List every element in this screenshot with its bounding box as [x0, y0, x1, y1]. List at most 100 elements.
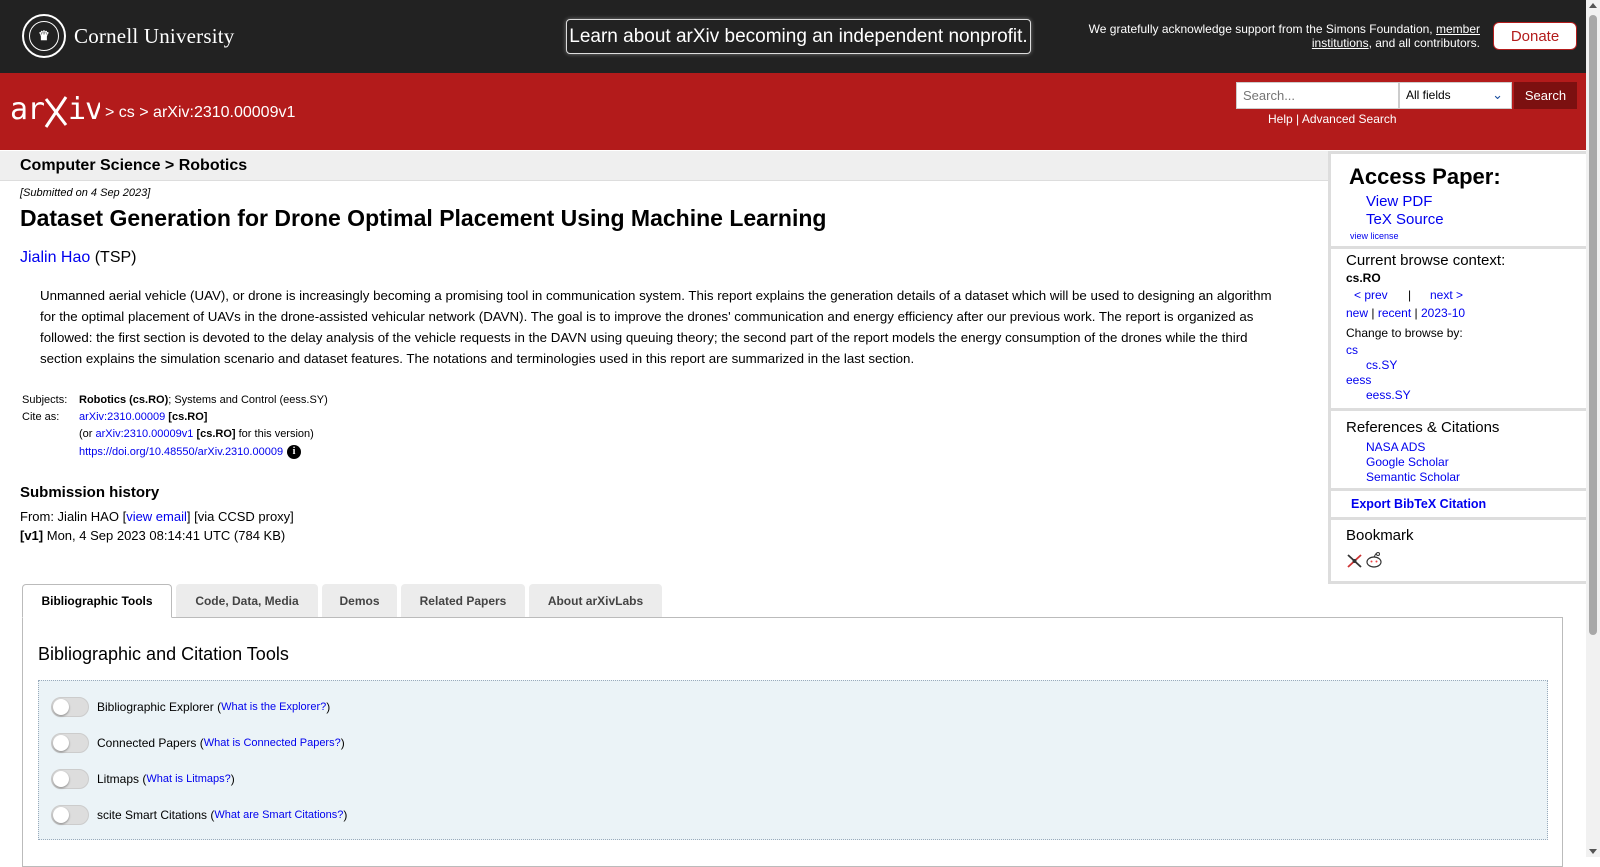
submission-from: From: Jialin HAO [view email] [via CCSD … [20, 509, 294, 524]
breadcrumb-cs-link[interactable]: cs [119, 104, 135, 121]
explorer-info-link[interactable]: What is the Explorer? [221, 701, 326, 713]
labs-tabs: Bibliographic Tools Code, Data, Media De… [22, 584, 666, 618]
google-scholar-link[interactable]: Google Scholar [1366, 455, 1449, 469]
advanced-search-link[interactable]: Advanced Search [1302, 112, 1397, 126]
search-button[interactable]: Search [1514, 82, 1577, 109]
cite-version-link[interactable]: arXiv:2310.00009v1 [96, 428, 194, 440]
browse-context-heading: Current browse context: [1346, 252, 1506, 269]
cornell-seal-icon: ♛ [22, 14, 66, 58]
help-link[interactable]: Help [1268, 112, 1293, 126]
tool-row-explorer: Bibliographic Explorer (What is the Expl… [51, 697, 330, 717]
references-heading: References & Citations [1346, 419, 1500, 436]
doi-link[interactable]: https://doi.org/10.48550/arXiv.2310.0000… [79, 446, 283, 458]
litmaps-info-link[interactable]: What is Litmaps? [146, 773, 230, 785]
cite-label: Cite as: [22, 411, 60, 423]
tool-row-scite: scite Smart Citations (What are Smart Ci… [51, 805, 347, 825]
tab-panel: Bibliographic and Citation Tools Bibliog… [22, 617, 1563, 867]
svg-text:iv: iv [68, 92, 100, 127]
nasa-ads-link[interactable]: NASA ADS [1366, 440, 1425, 454]
cite-row: Cite as: arXiv:2310.00009 [cs.RO] [20, 409, 330, 426]
version-v1: [v1] Mon, 4 Sep 2023 08:14:41 UTC (784 K… [20, 528, 286, 543]
new-link[interactable]: new [1346, 306, 1368, 320]
other-subjects: ; Systems and Control (eess.SY) [168, 394, 328, 406]
author-link[interactable]: Jialin Hao [20, 249, 90, 266]
view-email-link[interactable]: view email [126, 509, 187, 524]
view-pdf-link[interactable]: View PDF [1366, 193, 1432, 210]
authors: Jialin Hao (TSP) [20, 249, 137, 267]
subject-title: Computer Science > Robotics [20, 157, 248, 174]
scroll-up-arrow-icon[interactable] [1589, 3, 1597, 8]
tools-box: Bibliographic Explorer (What is the Expl… [38, 680, 1548, 840]
help-links: Help | Advanced Search [1268, 112, 1397, 126]
browse-context-value: cs.RO [1346, 271, 1381, 285]
view-license-link[interactable]: view license [1350, 231, 1399, 241]
subjects-row: Subjects: Robotics (cs.RO); Systems and … [20, 392, 330, 409]
toggle-scite-smart-citations[interactable] [51, 805, 89, 825]
access-paper-heading: Access Paper: [1349, 164, 1501, 189]
tool-row-connected-papers: Connected Papers (What is Connected Pape… [51, 733, 345, 753]
tex-source-link[interactable]: TeX Source [1366, 211, 1444, 228]
primary-subject: Robotics (cs.RO) [79, 394, 169, 406]
support-text: We gratefully acknowledge support from t… [1088, 22, 1480, 50]
cite-id-link[interactable]: arXiv:2310.00009 [79, 411, 165, 423]
browse-cs-sy-link[interactable]: cs.SY [1366, 358, 1397, 372]
reddit-icon[interactable] [1365, 551, 1383, 569]
page-scrollbar[interactable] [1586, 0, 1600, 857]
recent-link[interactable]: recent [1378, 306, 1411, 320]
references-section: References & Citations NASA ADS Google S… [1331, 411, 1586, 491]
search-input[interactable] [1236, 82, 1399, 109]
cite-version-row: (or arXiv:2310.00009v1 [cs.RO] for this … [79, 428, 314, 440]
bibsonomy-icon[interactable] [1346, 553, 1364, 569]
cornell-logo[interactable]: ♛ Cornell University [22, 14, 235, 58]
search-form: All fields ⌄ Search [1236, 82, 1577, 109]
donate-button[interactable]: Donate [1493, 22, 1577, 50]
top-banner: ♛ Cornell University Learn about arXiv b… [0, 0, 1586, 73]
connected-papers-info-link[interactable]: What is Connected Papers? [204, 737, 341, 749]
abstract: Unmanned aerial vehicle (UAV), or drone … [40, 288, 1272, 366]
arxiv-logo-mark: ar iv [10, 92, 103, 128]
toggle-bibliographic-explorer[interactable] [51, 697, 89, 717]
svg-text:ar: ar [10, 92, 44, 127]
tab-bibliographic-tools[interactable]: Bibliographic Tools [22, 584, 172, 618]
bookmark-section: Bookmark [1331, 520, 1586, 584]
browse-eess-link[interactable]: eess [1346, 373, 1371, 387]
nonprofit-banner-button[interactable]: Learn about arXiv becoming an independen… [566, 19, 1031, 54]
search-field-select[interactable]: All fields ⌄ [1399, 82, 1512, 109]
submission-history-heading: Submission history [20, 484, 160, 501]
arxiv-logo[interactable]: ar iv [10, 89, 103, 140]
tab-about-arxivlabs[interactable]: About arXivLabs [529, 584, 662, 617]
month-link[interactable]: 2023-10 [1421, 306, 1465, 320]
scroll-down-arrow-icon[interactable] [1589, 849, 1597, 854]
tab-code-data-media[interactable]: Code, Data, Media [176, 584, 318, 617]
semantic-scholar-link[interactable]: Semantic Scholar [1366, 470, 1460, 484]
export-section: Export BibTeX Citation [1331, 491, 1586, 520]
breadcrumb: > cs > arXiv:2310.00009v1 [105, 104, 296, 121]
scrollbar-thumb[interactable] [1589, 15, 1597, 635]
scite-info-link[interactable]: What are Smart Citations? [214, 809, 343, 821]
export-bibtex-link[interactable]: Export BibTeX Citation [1351, 497, 1486, 511]
toggle-litmaps[interactable] [51, 769, 89, 789]
author-affiliation: (TSP) [94, 249, 137, 266]
sidebar: Access Paper: View PDF TeX Source view l… [1328, 151, 1586, 584]
bookmark-heading: Bookmark [1346, 527, 1414, 544]
tab-demos[interactable]: Demos [322, 584, 397, 617]
change-browse-label: Change to browse by: [1346, 326, 1463, 340]
browse-eess-sy-link[interactable]: eess.SY [1366, 388, 1411, 402]
next-link[interactable]: next > [1430, 288, 1463, 302]
subject-header: Computer Science > Robotics [0, 151, 1328, 181]
prev-link[interactable]: < prev [1354, 288, 1388, 302]
subjects-label: Subjects: [22, 394, 68, 406]
arxiv-header: ar iv > cs > arXiv:2310.00009v1 All fiel… [0, 73, 1586, 150]
tab-related-papers[interactable]: Related Papers [401, 584, 525, 617]
tool-row-litmaps: Litmaps (What is Litmaps?) [51, 769, 235, 789]
metadata-table: Subjects: Robotics (cs.RO); Systems and … [20, 392, 330, 462]
browse-cs-link[interactable]: cs [1346, 343, 1358, 357]
toggle-connected-papers[interactable] [51, 733, 89, 753]
paper-title: Dataset Generation for Drone Optimal Pla… [20, 205, 827, 231]
info-icon[interactable]: i [287, 445, 302, 459]
chevron-down-icon: ⌄ [1492, 87, 1503, 102]
submission-date: [Submitted on 4 Sep 2023] [20, 187, 151, 199]
cornell-name: Cornell University [74, 23, 235, 48]
doi-row: https://doi.org/10.48550/arXiv.2310.0000… [20, 443, 330, 462]
tools-heading: Bibliographic and Citation Tools [38, 644, 289, 664]
